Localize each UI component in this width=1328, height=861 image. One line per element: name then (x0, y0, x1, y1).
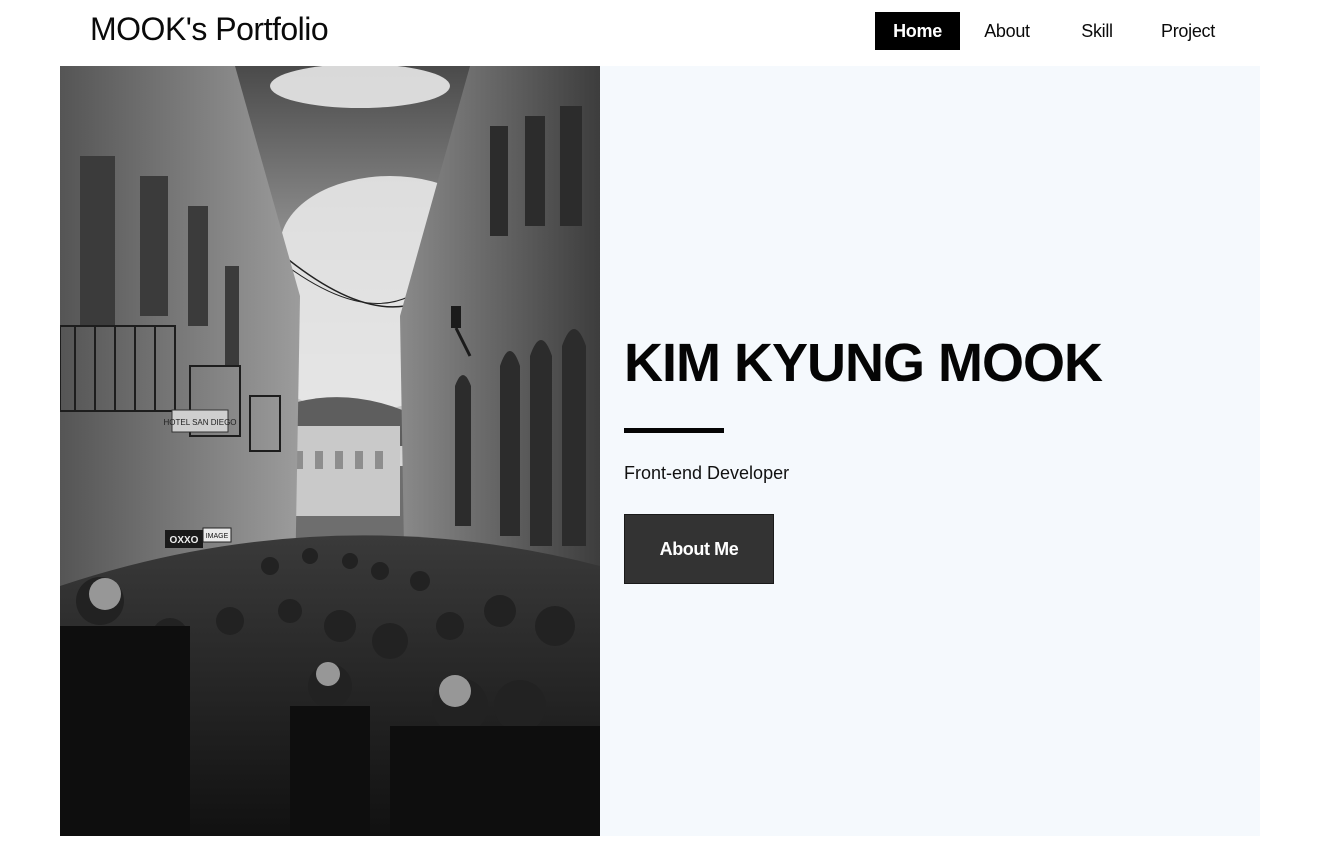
nav-item-skill[interactable]: Skill (1054, 12, 1140, 50)
main-nav: Home About Skill Project (875, 12, 1236, 50)
about-me-button[interactable]: About Me (624, 514, 774, 584)
hero-photo: HOTEL SAN DIEGO OXXO IMAGE (60, 66, 600, 836)
svg-text:OXXO: OXXO (170, 535, 199, 546)
hero-name: KIM KYUNG MOOK (624, 333, 1103, 393)
nav-item-about[interactable]: About (960, 12, 1054, 50)
site-header: MOOK's Portfolio Home About Skill Projec… (0, 0, 1328, 66)
nav-item-home[interactable]: Home (875, 12, 960, 50)
brand-title[interactable]: MOOK's Portfolio (90, 11, 329, 48)
hero-divider (624, 428, 724, 433)
hero-section: HOTEL SAN DIEGO OXXO IMAGE KIM KYUNG MOO… (60, 66, 1260, 836)
svg-text:IMAGE: IMAGE (206, 533, 229, 540)
hero-content: KIM KYUNG MOOK Front-end Developer About… (624, 66, 1244, 836)
hotel-sign: HOTEL SAN DIEGO (163, 418, 236, 427)
hero-role: Front-end Developer (624, 463, 790, 483)
nav-item-project[interactable]: Project (1140, 12, 1236, 50)
